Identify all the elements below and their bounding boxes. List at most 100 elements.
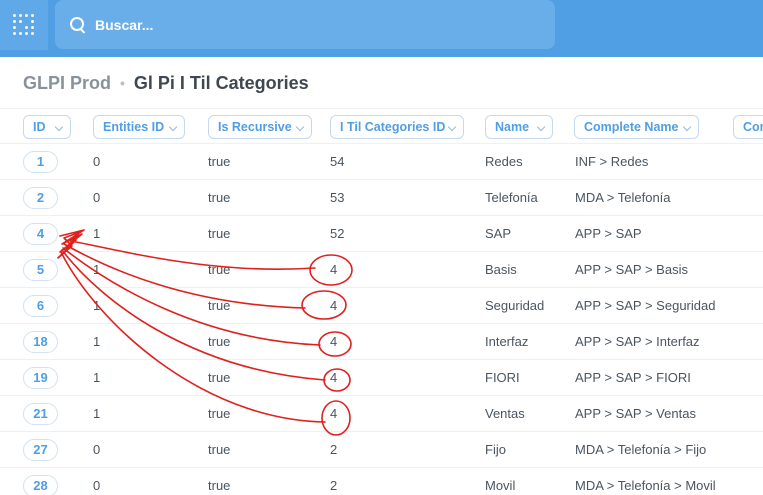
- table-row[interactable]: 5 1 true 4 Basis APP > SAP > Basis: [0, 252, 763, 288]
- table-cell: 54: [330, 154, 345, 169]
- data-table: ID Entities ID Is Recursive I Til Catego…: [0, 108, 763, 495]
- table-cell: true: [208, 442, 231, 457]
- table-cell: 0: [93, 442, 101, 457]
- chevron-down-icon: [295, 122, 305, 132]
- search-icon: [69, 16, 87, 34]
- table-row[interactable]: 6 1 true 4 Seguridad APP > SAP > Seguridad: [0, 288, 763, 324]
- table-cell: true: [208, 370, 231, 385]
- table-cell: Ventas: [485, 406, 525, 421]
- table-cell: 52: [330, 226, 345, 241]
- column-header-label: ID: [33, 120, 46, 134]
- column-header-label: Com: [743, 120, 763, 134]
- table-cell: 1: [93, 406, 101, 421]
- row-id-link[interactable]: 21: [23, 403, 58, 425]
- table-cell: 0: [93, 154, 101, 169]
- row-id-link[interactable]: 2: [23, 187, 58, 209]
- column-header-complete-name[interactable]: Complete Name: [574, 115, 699, 139]
- table-row[interactable]: 28 0 true 2 Movil MDA > Telefonía > Movil: [0, 468, 763, 495]
- table-cell: true: [208, 154, 231, 169]
- table-cell: MDA > Telefonía > Movil: [575, 478, 716, 493]
- table-cell: true: [208, 478, 231, 493]
- chevron-down-icon: [168, 122, 178, 132]
- row-id-link[interactable]: 27: [23, 439, 58, 461]
- search-bar[interactable]: Buscar...: [55, 0, 555, 49]
- breadcrumb-database[interactable]: GLPI Prod: [23, 73, 111, 94]
- table-cell: 2: [330, 442, 338, 457]
- table-cell: 1: [93, 370, 101, 385]
- table-cell: Redes: [485, 154, 523, 169]
- table-cell: true: [208, 334, 231, 349]
- table-cell: 1: [93, 334, 101, 349]
- table-cell: 53: [330, 190, 345, 205]
- breadcrumb-separator: •: [120, 75, 125, 91]
- table-cell: APP > SAP > Ventas: [575, 406, 696, 421]
- table-cell: MDA > Telefonía: [575, 190, 671, 205]
- table-cell: APP > SAP > Interfaz: [575, 334, 700, 349]
- table-cell: APP > SAP > Seguridad: [575, 298, 716, 313]
- table-cell: FIORI: [485, 370, 520, 385]
- table-cell: Interfaz: [485, 334, 529, 349]
- table-body: 1 0 true 54 Redes INF > Redes 2 0 true 53 Telefoní…: [0, 144, 763, 495]
- column-header-label: Complete Name: [584, 120, 679, 134]
- row-id-link[interactable]: 19: [23, 367, 58, 389]
- row-id-link[interactable]: 18: [23, 331, 58, 353]
- column-header-label: Name: [495, 120, 530, 134]
- table-cell: 4: [330, 370, 338, 385]
- table-cell: INF > Redes: [575, 154, 649, 169]
- search-placeholder: Buscar...: [95, 16, 154, 33]
- table-row[interactable]: 18 1 true 4 Interfaz APP > SAP > Interfaz: [0, 324, 763, 360]
- table-cell: true: [208, 298, 231, 313]
- chevron-down-icon: [447, 122, 457, 132]
- row-id-link[interactable]: 6: [23, 295, 58, 317]
- table-cell: 4: [330, 298, 338, 313]
- column-header-is-recursive[interactable]: Is Recursive: [208, 115, 312, 139]
- table-row[interactable]: 2 0 true 53 Telefonía MDA > Telefonía: [0, 180, 763, 216]
- table-cell: 1: [93, 298, 101, 313]
- metabase-logo-icon: [13, 14, 35, 36]
- table-cell: APP > SAP > FIORI: [575, 370, 691, 385]
- table-cell: 4: [330, 262, 338, 277]
- table-cell: 0: [93, 190, 101, 205]
- table-cell: Fijo: [485, 442, 506, 457]
- breadcrumb: GLPI Prod • Gl Pi I Til Categories: [23, 70, 309, 96]
- table-cell: APP > SAP: [575, 226, 642, 241]
- table-cell: Movil: [485, 478, 516, 493]
- table-cell: 1: [93, 262, 101, 277]
- table-row[interactable]: 19 1 true 4 FIORI APP > SAP > FIORI: [0, 360, 763, 396]
- table-cell: Basis: [485, 262, 517, 277]
- row-id-link[interactable]: 1: [23, 151, 58, 173]
- table-cell: 4: [330, 334, 338, 349]
- column-header-itil-categories-id[interactable]: I Til Categories ID: [330, 115, 464, 139]
- home-logo-button[interactable]: [0, 0, 48, 50]
- table-cell: 1: [93, 226, 101, 241]
- column-header-name[interactable]: Name: [485, 115, 553, 139]
- chevron-down-icon: [682, 122, 692, 132]
- table-row[interactable]: 21 1 true 4 Ventas APP > SAP > Ventas: [0, 396, 763, 432]
- column-header-label: Entities ID: [103, 120, 165, 134]
- table-cell: true: [208, 190, 231, 205]
- row-id-link[interactable]: 28: [23, 475, 58, 495]
- chevron-down-icon: [54, 122, 64, 132]
- table-cell: true: [208, 226, 231, 241]
- table-cell: Seguridad: [485, 298, 545, 313]
- table-row[interactable]: 27 0 true 2 Fijo MDA > Telefonía > Fijo: [0, 432, 763, 468]
- column-header-entities-id[interactable]: Entities ID: [93, 115, 185, 139]
- table-cell: true: [208, 406, 231, 421]
- row-id-link[interactable]: 4: [23, 223, 58, 245]
- column-header-comment[interactable]: Com: [733, 115, 763, 139]
- top-nav-bar: Buscar...: [0, 0, 763, 57]
- column-header-label: I Til Categories ID: [340, 120, 446, 134]
- table-cell: MDA > Telefonía > Fijo: [575, 442, 707, 457]
- column-header-label: Is Recursive: [218, 120, 292, 134]
- column-header-id[interactable]: ID: [23, 115, 71, 139]
- table-cell: SAP: [485, 226, 512, 241]
- table-header-row: ID Entities ID Is Recursive I Til Catego…: [0, 108, 763, 144]
- table-row[interactable]: 1 0 true 54 Redes INF > Redes: [0, 144, 763, 180]
- table-cell: 4: [330, 406, 338, 421]
- breadcrumb-table-title: Gl Pi I Til Categories: [133, 72, 309, 93]
- table-cell: true: [208, 262, 231, 277]
- chevron-down-icon: [536, 122, 546, 132]
- table-row[interactable]: 4 1 true 52 SAP APP > SAP: [0, 216, 763, 252]
- row-id-link[interactable]: 5: [23, 259, 58, 281]
- table-cell: 0: [93, 478, 101, 493]
